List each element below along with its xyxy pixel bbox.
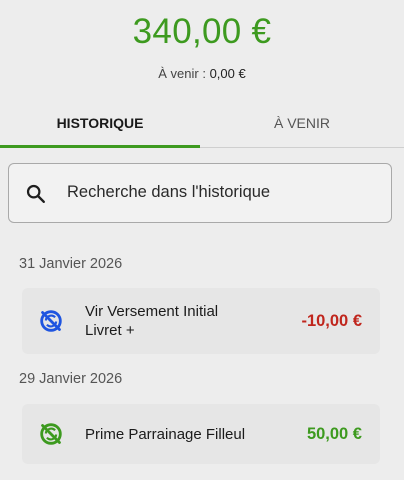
no-sync-icon bbox=[40, 310, 62, 332]
date-header: 31 Janvier 2026 bbox=[19, 256, 123, 272]
transaction-row[interactable]: Prime Parrainage Filleul 50,00 € bbox=[22, 404, 380, 464]
search-input[interactable]: Recherche dans l'historique bbox=[8, 163, 392, 223]
transaction-label: Prime Parrainage Filleul bbox=[85, 426, 246, 443]
pending-line: À venir : 0,00 € bbox=[0, 66, 404, 81]
transaction-label: Vir Versement Initial Livret + bbox=[85, 302, 218, 340]
tab-upcoming[interactable]: À VENIR bbox=[200, 104, 404, 144]
transaction-label-line2: Livret + bbox=[85, 322, 135, 339]
transaction-amount: 50,00 € bbox=[306, 425, 362, 443]
search-placeholder: Recherche dans l'historique bbox=[67, 183, 271, 201]
active-tab-indicator bbox=[0, 145, 200, 148]
transaction-label-line1: Vir Versement Initial bbox=[85, 303, 219, 320]
transaction-row[interactable]: Vir Versement Initial Livret + -10,00 € bbox=[22, 288, 380, 354]
account-screen: 340,00 € À venir : 0,00 € HISTORIQUE À V… bbox=[0, 0, 404, 480]
balance-amount: 340,00 € bbox=[132, 12, 272, 51]
date-header: 29 Janvier 2026 bbox=[19, 371, 123, 387]
tab-history[interactable]: HISTORIQUE bbox=[0, 104, 200, 144]
pending-label: À venir : bbox=[158, 66, 210, 81]
no-sync-icon bbox=[40, 423, 62, 445]
pending-amount: 0,00 € bbox=[209, 66, 246, 81]
search-icon bbox=[26, 184, 45, 203]
tab-bar: HISTORIQUE À VENIR bbox=[0, 104, 404, 150]
tab-divider bbox=[200, 147, 404, 148]
transaction-amount: -10,00 € bbox=[301, 312, 362, 330]
